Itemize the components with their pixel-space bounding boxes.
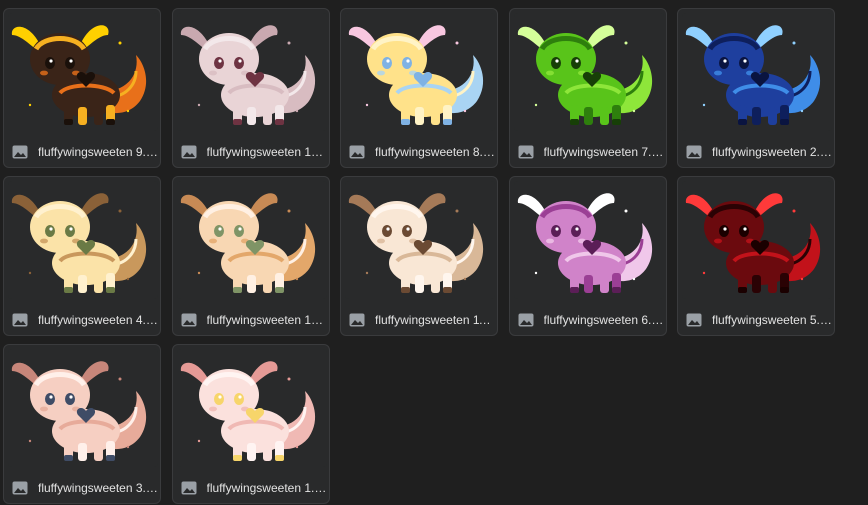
file-thumbnail[interactable] — [8, 349, 158, 467]
file-card[interactable]: fluffywingsweeten 5.png — [677, 176, 835, 336]
file-thumbnail[interactable] — [8, 13, 158, 131]
file-name: fluffywingsweeten 4.png — [38, 313, 160, 327]
file-card[interactable]: fluffywingsweeten 11.png — [340, 176, 498, 336]
file-name: fluffywingsweeten 3.png — [38, 481, 160, 495]
image-file-icon — [518, 145, 534, 159]
file-name: fluffywingsweeten 8.png — [375, 145, 497, 159]
file-card[interactable]: fluffywingsweeten 4.png — [3, 176, 161, 336]
file-card[interactable]: fluffywingsweeten 3.png — [3, 344, 161, 504]
file-thumbnail[interactable] — [176, 13, 327, 131]
file-thumbnail[interactable] — [345, 181, 495, 299]
file-card[interactable]: fluffywingsweeten 1.png — [171, 344, 330, 504]
file-card[interactable]: fluffywingsweeten 9.png — [3, 8, 161, 168]
image-file-icon — [349, 313, 365, 327]
file-name: fluffywingsweeten 7.png — [543, 145, 666, 159]
file-name: fluffywingsweeten 5.png — [712, 313, 834, 327]
image-file-icon — [181, 481, 197, 495]
file-thumbnail[interactable] — [8, 181, 158, 299]
file-thumbnail[interactable] — [176, 181, 327, 299]
image-file-icon — [686, 145, 702, 159]
file-name: fluffywingsweeten 1.png — [206, 481, 329, 495]
image-file-icon — [181, 313, 197, 327]
file-name: fluffywingsweeten 2.png — [712, 145, 834, 159]
file-card[interactable]: fluffywingsweeten 10.png — [171, 8, 330, 168]
image-file-icon — [518, 313, 534, 327]
file-name: fluffywingsweeten 10.png — [206, 145, 329, 159]
file-thumbnail[interactable] — [513, 181, 664, 299]
file-name: fluffywingsweeten 9.png — [38, 145, 160, 159]
file-name: fluffywingsweeten 11.png — [375, 313, 497, 327]
file-card[interactable]: fluffywingsweeten 6.png — [508, 176, 667, 336]
image-file-icon — [12, 313, 28, 327]
file-name: fluffywingsweeten 12.png — [206, 313, 329, 327]
file-thumbnail[interactable] — [176, 349, 327, 467]
image-file-icon — [181, 145, 197, 159]
file-thumbnail[interactable] — [682, 181, 832, 299]
file-card[interactable]: fluffywingsweeten 12.png — [171, 176, 330, 336]
image-file-icon — [12, 145, 28, 159]
file-thumbnail[interactable] — [513, 13, 664, 131]
file-thumbnail[interactable] — [682, 13, 832, 131]
image-file-icon — [686, 313, 702, 327]
image-file-icon — [12, 481, 28, 495]
file-name: fluffywingsweeten 6.png — [543, 313, 666, 327]
file-card[interactable]: fluffywingsweeten 8.png — [340, 8, 498, 168]
file-card[interactable]: fluffywingsweeten 7.png — [508, 8, 667, 168]
file-thumbnail[interactable] — [345, 13, 495, 131]
file-card[interactable]: fluffywingsweeten 2.png — [677, 8, 835, 168]
image-file-icon — [349, 145, 365, 159]
